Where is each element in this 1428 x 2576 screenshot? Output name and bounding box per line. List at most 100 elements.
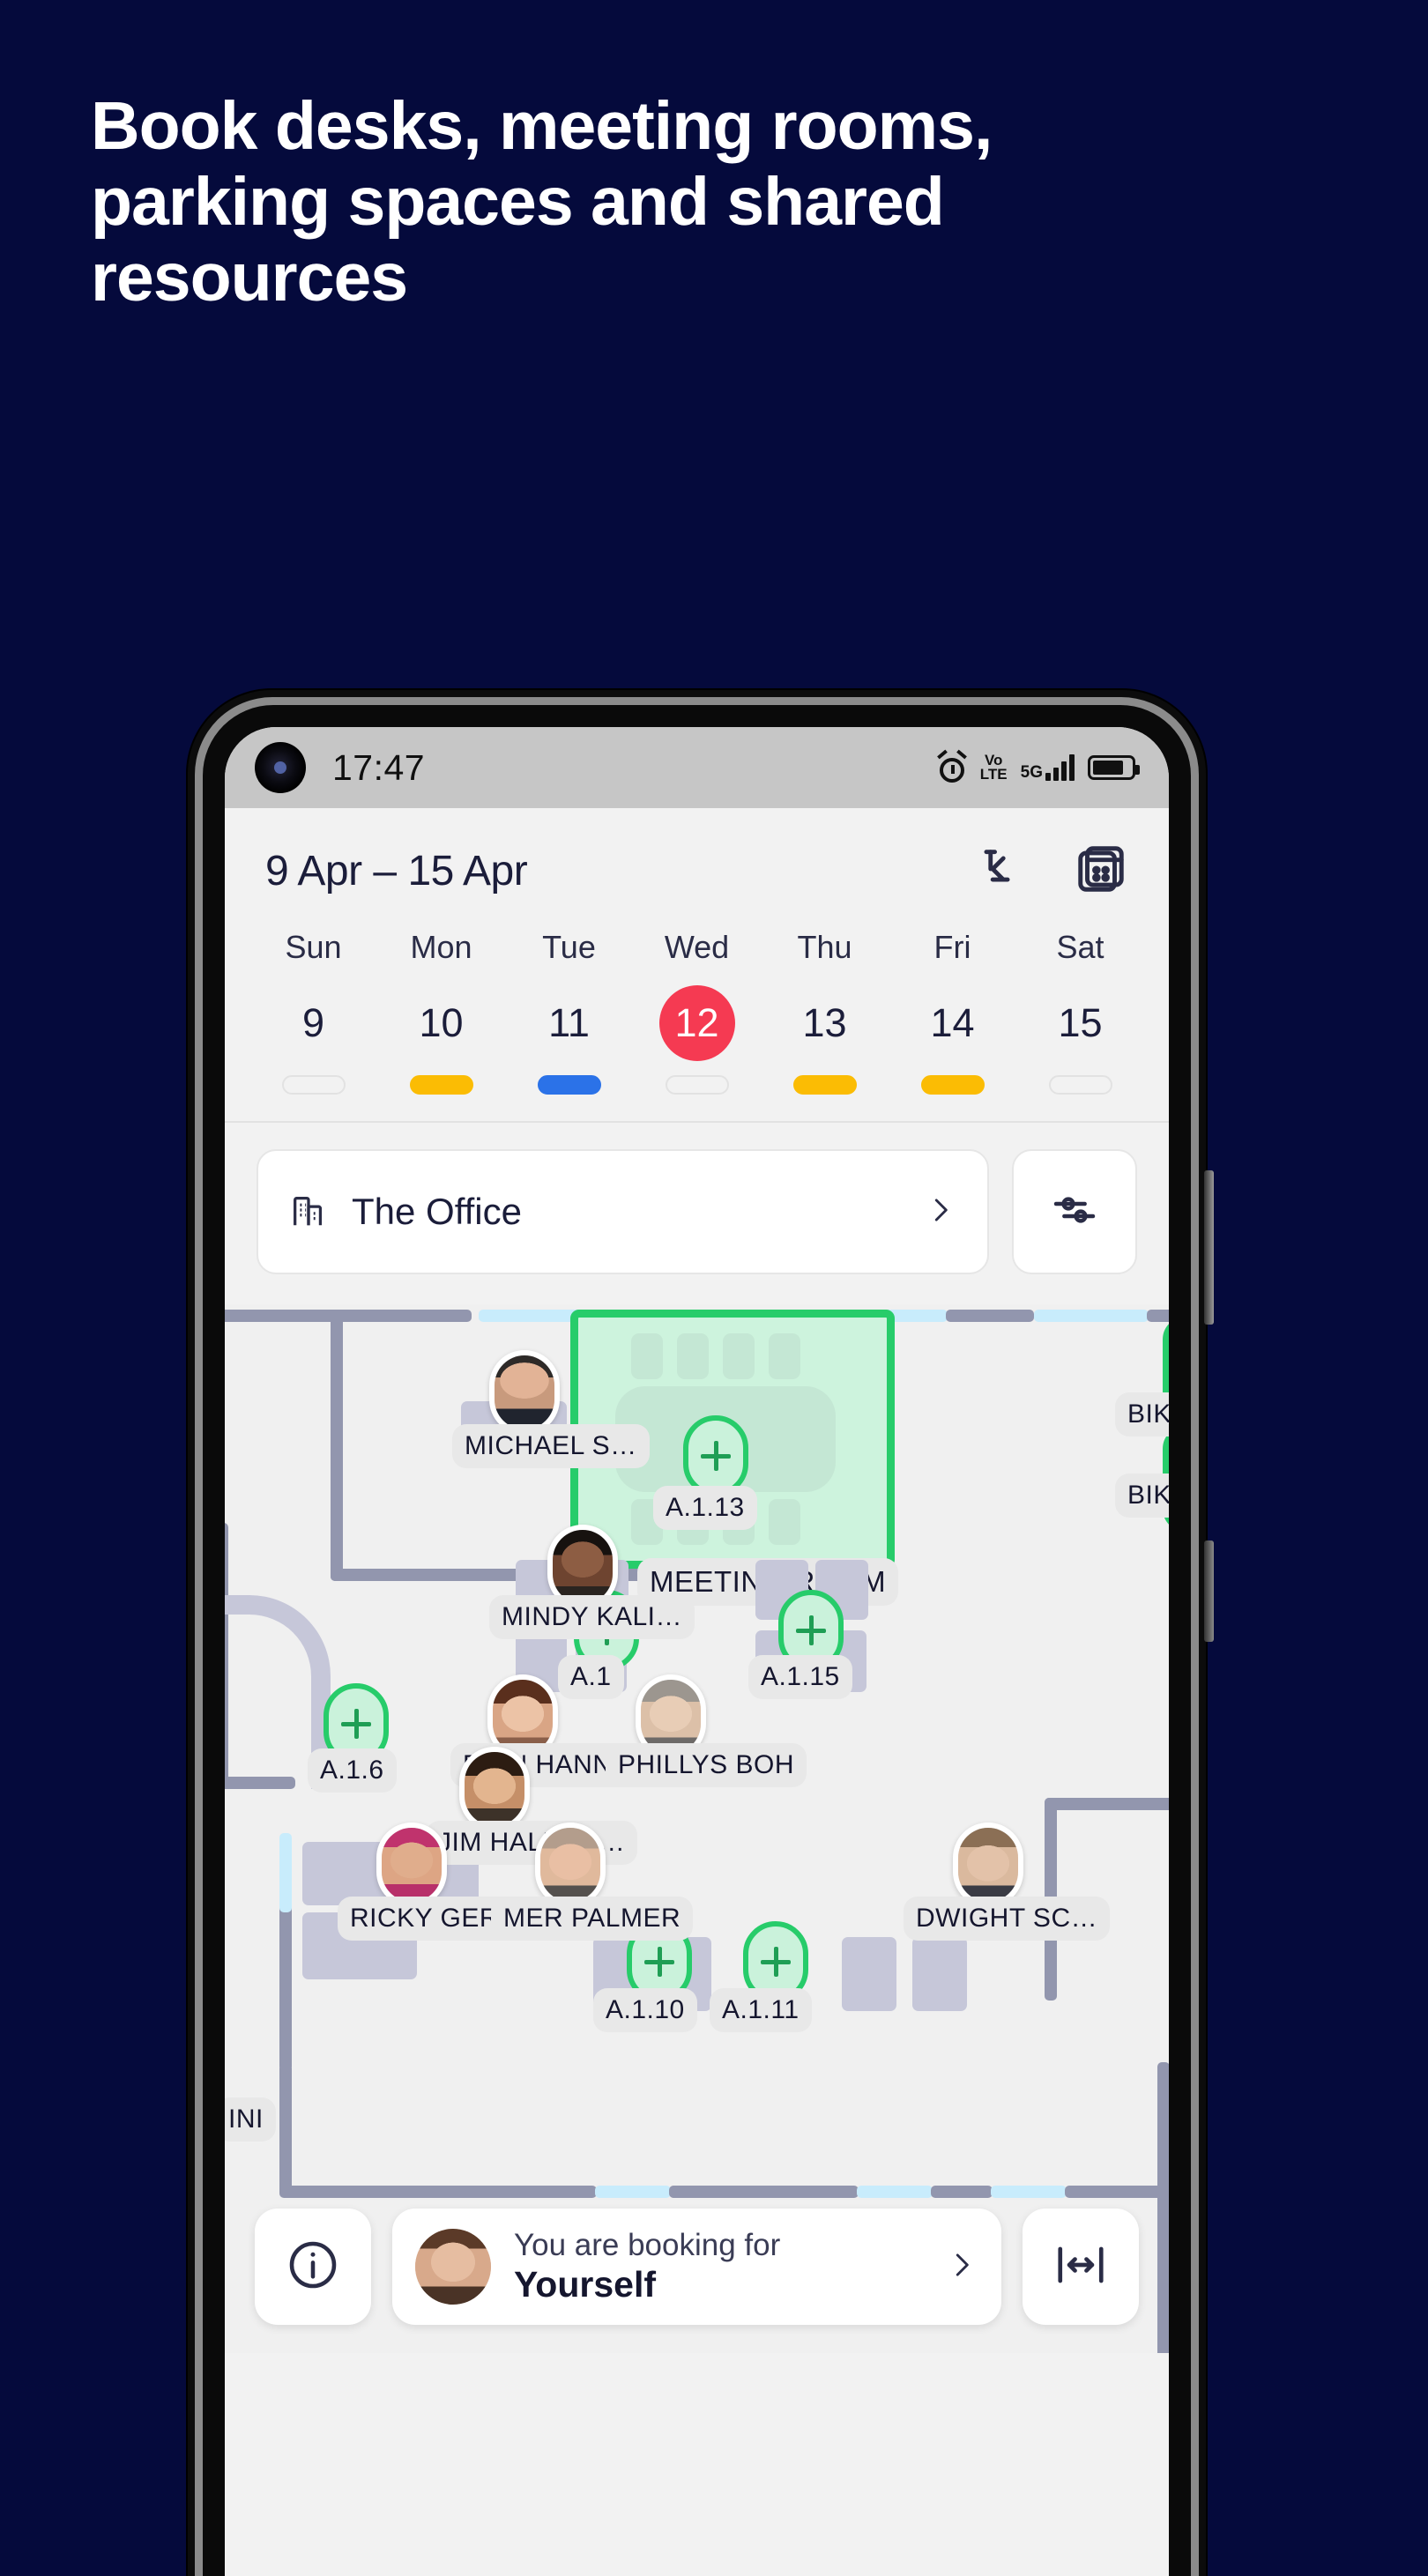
person-name-label: PHILLYS BOH <box>606 1743 807 1787</box>
week-day-strip: Sun 9 Mon 10 Tue 11 Wed 12 Thu 13 Fri 14… <box>225 920 1169 1123</box>
alarm-icon <box>936 749 967 783</box>
app-header: 9 Apr – 15 Apr <box>225 808 1169 920</box>
avatar <box>415 2229 491 2305</box>
fit-to-width-icon <box>1053 2238 1108 2297</box>
free-desk-label: A.1.6 <box>308 1748 397 1793</box>
booking-for-selector[interactable]: You are booking for Yourself <box>392 2209 1001 2325</box>
day-indicator-pill <box>665 1075 729 1095</box>
door-segment <box>279 1833 292 1912</box>
front-camera-punchhole <box>255 742 306 793</box>
person-name-label: MER PALMER <box>491 1897 694 1941</box>
door-segment <box>857 2186 933 2198</box>
date-range-label: 9 Apr – 15 Apr <box>265 848 528 895</box>
day-of-week-label: Wed <box>664 929 730 965</box>
chevron-right-icon <box>924 1193 957 1231</box>
bike-slot-label: BIKE.1.1 <box>1115 1474 1169 1518</box>
volte-icon: Vo LTE <box>979 751 1008 783</box>
wall-segment <box>931 2186 993 2198</box>
door-segment <box>595 2186 671 2198</box>
wall-segment <box>669 2186 859 2198</box>
wall-segment <box>1045 1798 1169 1810</box>
booking-for-value: Yourself <box>514 2264 656 2305</box>
free-desk-label: A.1 <box>558 1655 624 1699</box>
day-of-week-label: Tue <box>542 929 596 965</box>
today-reset-icon[interactable] <box>971 843 1023 899</box>
location-name: The Office <box>352 1191 522 1232</box>
wall-segment <box>1065 2186 1169 2198</box>
free-desk-label: A.1.11 <box>710 1988 812 2032</box>
day-indicator-pill <box>792 1075 857 1095</box>
phone-power-button[interactable] <box>1204 1170 1214 1325</box>
day-number: 11 <box>548 1000 590 1045</box>
filter-button[interactable] <box>1012 1149 1137 1274</box>
avatar[interactable] <box>376 1823 447 1907</box>
bike-slot-label: BIKE.1.2 <box>1115 1392 1169 1436</box>
week-day-tue[interactable]: Tue 11 <box>505 929 633 1095</box>
desk-shape[interactable] <box>842 1937 896 2011</box>
calendar-icon[interactable] <box>1074 842 1128 901</box>
chevron-right-icon <box>945 2248 978 2286</box>
wall-segment <box>331 1310 343 1581</box>
desk-shape[interactable] <box>912 1937 967 2011</box>
status-bar: 17:47 Vo LTE 5G <box>225 727 1169 808</box>
status-time: 17:47 <box>332 746 426 788</box>
wall-segment <box>279 2064 292 2196</box>
booking-for-label: You are booking for <box>514 2228 781 2263</box>
partial-name-label: INI <box>225 2097 276 2142</box>
phone-screen: 17:47 Vo LTE 5G 9 Apr – 15 Apr Sun 9 Mon… <box>225 727 1169 2576</box>
free-desk-label: A.1.15 <box>748 1655 852 1699</box>
week-day-sat[interactable]: Sat 15 <box>1016 929 1144 1095</box>
floor-map[interactable]: MEETING ROOM BIKE.1.2 BIKE.1.1 <box>225 1304 1169 2353</box>
day-of-week-label: Sun <box>285 929 342 965</box>
person-name-label: MINDY KALI… <box>489 1595 695 1639</box>
person-name-label: JIM HALPER… <box>426 1821 638 1865</box>
location-selector[interactable]: The Office <box>257 1149 989 1274</box>
person-name-label: DWIGHT SC… <box>904 1897 1111 1941</box>
week-day-sun[interactable]: Sun 9 <box>249 929 377 1095</box>
person-name-label: MICHAEL S… <box>452 1424 650 1468</box>
fit-to-width-button[interactable] <box>1023 2209 1139 2325</box>
day-number: 13 <box>802 1000 847 1045</box>
week-day-wed-selected[interactable]: Wed 12 <box>633 929 761 1095</box>
info-button[interactable] <box>255 2209 371 2325</box>
day-indicator-pill <box>409 1075 473 1095</box>
location-row: The Office <box>225 1123 1169 1304</box>
status-icons: Vo LTE 5G <box>936 749 1140 783</box>
door-segment <box>991 2186 1067 2198</box>
door-segment <box>1034 1310 1149 1322</box>
avatar[interactable] <box>489 1350 560 1435</box>
page-title: Book desks, meeting rooms, parking space… <box>91 88 993 316</box>
day-of-week-label: Fri <box>933 929 971 965</box>
wall-segment <box>279 2186 597 2198</box>
day-indicator-pill <box>1048 1075 1112 1095</box>
week-day-fri[interactable]: Fri 14 <box>889 929 1016 1095</box>
day-of-week-label: Mon <box>410 929 472 965</box>
week-day-mon[interactable]: Mon 10 <box>377 929 505 1095</box>
day-number: 9 <box>301 1000 325 1045</box>
free-desk-label: A.1.13 <box>653 1486 757 1530</box>
bottom-action-bar: You are booking for Yourself <box>225 2209 1169 2353</box>
free-desk-label: A.1.10 <box>593 1988 697 2032</box>
info-circle-icon <box>285 2237 341 2298</box>
signal-bars-icon: 5G <box>1021 754 1075 781</box>
avatar[interactable] <box>459 1747 530 1831</box>
day-indicator-pill <box>281 1075 346 1095</box>
filter-sliders-icon <box>1050 1185 1099 1239</box>
building-icon <box>288 1190 329 1235</box>
week-day-thu[interactable]: Thu 13 <box>761 929 889 1095</box>
wall-segment <box>1147 1310 1169 1322</box>
day-number: 12 <box>674 1000 719 1045</box>
day-number: 14 <box>930 1000 975 1045</box>
avatar[interactable] <box>535 1823 606 1907</box>
battery-icon <box>1088 755 1140 780</box>
day-of-week-label: Thu <box>797 929 852 965</box>
phone-volume-button[interactable] <box>1204 1540 1214 1642</box>
day-of-week-label: Sat <box>1056 929 1104 965</box>
day-indicator-pill <box>537 1075 601 1095</box>
day-number: 15 <box>1058 1000 1103 1045</box>
free-desk-slot[interactable] <box>683 1415 748 1496</box>
avatar[interactable] <box>953 1823 1023 1907</box>
wall-segment <box>279 1886 292 2071</box>
wall-segment <box>225 1310 472 1322</box>
phone-mockup: 17:47 Vo LTE 5G 9 Apr – 15 Apr Sun 9 Mon… <box>188 690 1214 2576</box>
